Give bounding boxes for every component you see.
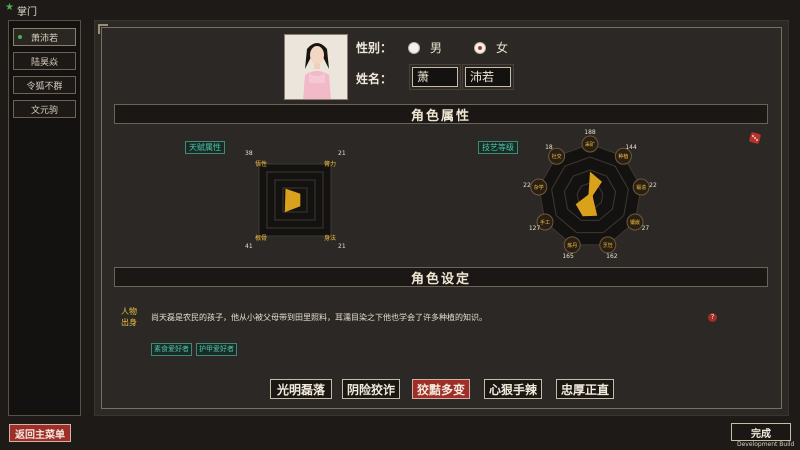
sidebar-item-label: 文元驹 [30, 105, 58, 116]
star-icon: ★ [5, 2, 14, 13]
skill-name-7: 手工 [540, 219, 550, 226]
talent-labels: 38 悟性 21 膂力 根骨 41 身法 21 [245, 145, 346, 255]
randomize-dice-icon[interactable] [748, 131, 762, 145]
active-dot-icon [18, 35, 22, 39]
trait-tag-2[interactable]: 护甲爱好者 [196, 343, 237, 356]
title-label: 掌门 [17, 7, 37, 18]
sidebar-item-label: 陆昊焱 [30, 57, 58, 68]
skill-value-3: 22 [649, 182, 657, 189]
skill-name-2: 种植 [618, 153, 628, 160]
gender-female-radio[interactable] [474, 42, 486, 54]
skill-value-4: 27 [642, 225, 650, 232]
talent-value-3: 41 [245, 243, 253, 250]
skill-value-9: 18 [545, 144, 553, 151]
personality-option-1[interactable]: 光明磊落 [270, 379, 332, 399]
skill-name-1: 采矿 [585, 141, 595, 148]
skill-name-5: 烹饪 [603, 242, 613, 249]
skill-name-3: 锻造 [636, 184, 646, 191]
help-icon[interactable]: ? [708, 313, 717, 322]
skill-name-9: 社交 [552, 153, 562, 160]
sidebar-item-1[interactable]: 萧沛若 [13, 28, 76, 46]
build-label: Development Build [737, 441, 795, 448]
talent-name-3: 根骨 [255, 235, 268, 242]
skill-value-2: 144 [625, 144, 637, 151]
skills-tag: 技艺等级 [478, 141, 518, 154]
skill-name-4: 镶嵌 [630, 219, 640, 226]
background-label-2: 出身 [121, 318, 137, 327]
done-button[interactable]: 完成 [731, 423, 791, 441]
personality-option-2[interactable]: 阴险狡诈 [342, 379, 400, 399]
talent-value-1: 38 [245, 150, 253, 157]
skill-value-6: 165 [562, 253, 574, 260]
given-name-input[interactable]: 沛若 [462, 64, 514, 90]
skill-name-8: 杂学 [534, 184, 544, 191]
sidebar-item-label: 萧沛若 [30, 33, 58, 44]
back-to-menu-button[interactable]: 返回主菜单 [9, 424, 71, 442]
skill-value-8: 22 [523, 182, 531, 189]
sidebar-item-label: 令狐不群 [26, 81, 63, 92]
personality-option-3[interactable]: 狡黠多变 [412, 379, 470, 399]
skill-value-5: 162 [606, 253, 618, 260]
personality-option-4[interactable]: 心狠手辣 [484, 379, 542, 399]
skill-value-1: 188 [584, 129, 596, 136]
section-settings: 角色设定 [114, 267, 768, 287]
sidebar-item-4[interactable]: 文元驹 [13, 100, 76, 118]
talent-name-1: 悟性 [255, 161, 268, 168]
section-attributes: 角色属性 [114, 104, 768, 124]
gender-male-label: 男 [430, 41, 443, 55]
background-text: 尚天磊是农民的孩子，他从小被父母带到田里照料，耳濡目染之下他也学会了许多种植的知… [151, 313, 487, 322]
sidebar-item-2[interactable]: 陆昊焱 [13, 52, 76, 70]
surname-input[interactable]: 萧 [409, 64, 461, 90]
trait-tag-1[interactable]: 素食爱好者 [151, 343, 192, 356]
skill-name-6: 炼丹 [567, 242, 577, 249]
skill-value-7: 127 [529, 225, 541, 232]
name-label: 姓名： [356, 72, 393, 86]
gender-label: 性别： [356, 41, 393, 55]
personality-option-5[interactable]: 忠厚正直 [556, 379, 614, 399]
skills-chart: 采矿188种植144锻造 22镶嵌27烹饪162炼丹165手工127杂学22社交1… [523, 129, 657, 260]
gender-female-label: 女 [496, 41, 509, 55]
gender-male-radio[interactable] [408, 42, 420, 54]
sidebar-item-3[interactable]: 令狐不群 [13, 76, 76, 94]
talent-name-2: 膂力 [324, 161, 337, 168]
portrait-image [285, 35, 347, 99]
talent-name-4: 身法 [324, 235, 337, 242]
background-label-1: 人物 [121, 307, 137, 316]
talent-value-2: 21 [338, 150, 346, 157]
talent-value-4: 21 [338, 243, 346, 250]
title-bar: ★ 掌门 [0, 0, 800, 20]
character-sidebar: 萧沛若 陆昊焱 令狐不群 文元驹 [8, 20, 81, 416]
character-portrait [284, 34, 348, 100]
talent-tag: 天赋属性 [185, 141, 225, 154]
